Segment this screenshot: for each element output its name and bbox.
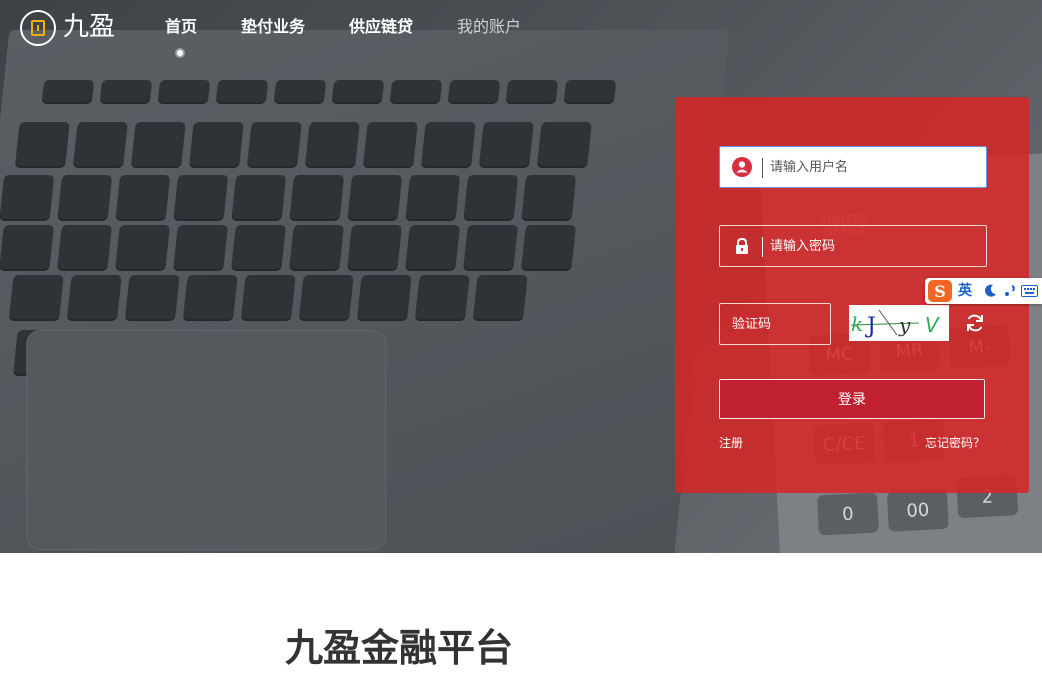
photo-key [183, 275, 238, 319]
photo-key [173, 175, 229, 219]
nav-item-my-account[interactable]: 我的账户 [457, 16, 521, 38]
password-input[interactable]: 请输入密码 [719, 225, 987, 267]
username-placeholder: 请输入用户名 [770, 160, 849, 175]
photo-key [521, 175, 577, 219]
input-divider [762, 237, 763, 257]
photo-key [357, 275, 412, 319]
photo-key [247, 122, 302, 166]
photo-key [289, 225, 344, 269]
photo-key [0, 225, 54, 269]
photo-key [215, 80, 269, 102]
photo-key [415, 275, 470, 319]
photo-key [479, 122, 534, 166]
photo-key [363, 122, 418, 166]
captcha-input[interactable]: 验证码 [719, 303, 831, 345]
captcha-image[interactable]: k J y V [849, 305, 949, 341]
photo-key [405, 175, 461, 219]
photo-key [331, 80, 385, 102]
login-button[interactable]: 登录 [719, 379, 985, 419]
photo-key [115, 175, 171, 219]
svg-text:y: y [898, 313, 911, 337]
photo-key [289, 175, 345, 219]
photo-key [99, 80, 153, 102]
laptop-keyboard-photo [0, 30, 730, 553]
photo-key [115, 225, 170, 269]
photo-key [125, 275, 180, 319]
captcha-placeholder: 验证码 [732, 317, 772, 332]
svg-text:J: J [865, 314, 876, 339]
photo-key [447, 80, 501, 102]
user-icon [732, 157, 752, 177]
photo-key [231, 175, 287, 219]
nav-item-supply-chain-loan[interactable]: 供应链贷 [349, 16, 413, 38]
photo-key [563, 80, 617, 102]
nav-item-advance-payment[interactable]: 垫付业务 [241, 16, 305, 38]
photo-key [189, 122, 244, 166]
top-nav: 九盈 首页 垫付业务 供应链贷 我的账户 [0, 0, 1042, 60]
photo-key [0, 175, 55, 219]
photo-key [241, 275, 296, 319]
photo-key [389, 80, 443, 102]
photo-key [173, 225, 228, 269]
input-divider [762, 158, 763, 178]
photo-key [521, 225, 576, 269]
active-nav-indicator [175, 48, 185, 58]
punctuation-icon[interactable] [1003, 284, 1017, 298]
username-input[interactable]: 请输入用户名 [719, 146, 987, 188]
photo-key [9, 275, 64, 319]
logo-icon[interactable] [20, 10, 56, 46]
lock-icon [736, 237, 748, 254]
photo-key [473, 275, 528, 319]
photo-key [157, 80, 211, 102]
keyboard-icon[interactable] [1021, 285, 1038, 297]
password-placeholder: 请输入密码 [770, 239, 836, 254]
photo-key [463, 175, 519, 219]
trackpad-photo [26, 330, 387, 550]
moon-icon[interactable] [983, 284, 997, 298]
sogou-logo-icon[interactable]: S [928, 280, 952, 302]
logo-text[interactable]: 九盈 [63, 10, 115, 44]
photo-key [57, 225, 112, 269]
platform-title: 九盈金融平台 [285, 626, 514, 670]
photo-key [347, 225, 402, 269]
photo-key [347, 175, 403, 219]
photo-key [73, 122, 128, 166]
photo-key [405, 225, 460, 269]
photo-key [67, 275, 122, 319]
photo-key [41, 80, 95, 102]
ime-language-toggle[interactable]: 英 [958, 282, 972, 300]
register-link[interactable]: 注册 [719, 435, 743, 451]
photo-key [463, 225, 518, 269]
svg-text:V: V [925, 313, 940, 337]
svg-text:k: k [851, 312, 863, 336]
photo-key [57, 175, 113, 219]
photo-key [305, 122, 360, 166]
ime-toolbar[interactable]: S 英 [925, 278, 1042, 304]
refresh-captcha-icon[interactable] [964, 312, 986, 334]
photo-key [273, 80, 327, 102]
photo-key [131, 122, 186, 166]
forgot-password-link[interactable]: 忘记密码？ [925, 435, 985, 451]
photo-key [505, 80, 559, 102]
photo-key [231, 225, 286, 269]
photo-key [421, 122, 476, 166]
photo-key [299, 275, 354, 319]
photo-key [15, 122, 70, 166]
nav-item-home[interactable]: 首页 [165, 16, 197, 38]
photo-key [537, 122, 592, 166]
